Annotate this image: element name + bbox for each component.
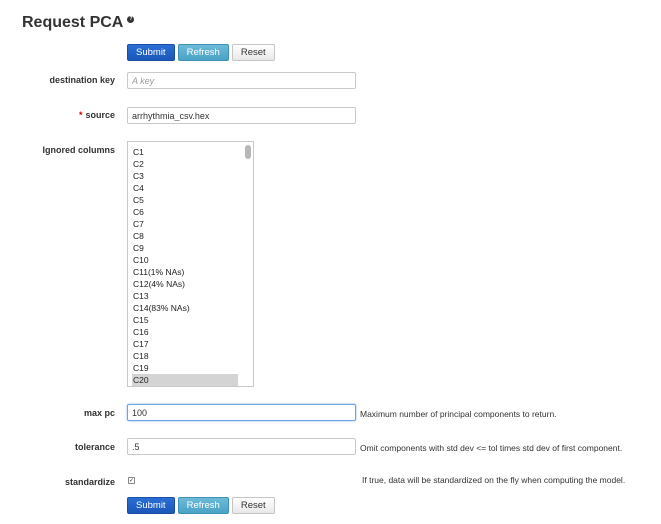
required-mark: * bbox=[78, 110, 83, 120]
max-pc-input[interactable] bbox=[127, 404, 356, 421]
top-button-row: Submit Refresh Reset bbox=[127, 44, 275, 61]
ignored-column-option[interactable]: C3 bbox=[132, 170, 238, 182]
ignored-column-option[interactable]: C12(4% NAs) bbox=[132, 278, 238, 290]
max-pc-label: max pc bbox=[83, 408, 115, 418]
destination-key-label: destination key bbox=[49, 75, 115, 85]
bottom-button-row: Submit Refresh Reset bbox=[127, 497, 275, 514]
info-icon[interactable]: ? bbox=[127, 16, 135, 23]
ignored-column-option[interactable]: C4 bbox=[132, 182, 238, 194]
ignored-column-option[interactable]: C5 bbox=[132, 194, 238, 206]
ignored-column-option[interactable]: C18 bbox=[132, 350, 238, 362]
ignored-column-option[interactable]: C15 bbox=[132, 314, 238, 326]
ignored-column-option[interactable]: C16 bbox=[132, 326, 238, 338]
ignored-column-option[interactable]: C14(83% NAs) bbox=[132, 302, 238, 314]
ignored-column-option[interactable]: C20 bbox=[132, 374, 238, 386]
reset-button[interactable]: Reset bbox=[231, 497, 275, 514]
ignored-column-option[interactable]: C19 bbox=[132, 362, 238, 374]
listbox-scrollbar[interactable] bbox=[245, 145, 251, 159]
source-label-text: source bbox=[85, 110, 115, 120]
tolerance-label: tolerance bbox=[74, 442, 115, 452]
ignored-column-option[interactable]: C2 bbox=[132, 158, 238, 170]
refresh-button[interactable]: Refresh bbox=[177, 497, 229, 514]
standardize-checkbox[interactable]: ✓ bbox=[128, 477, 135, 484]
ignored-column-option[interactable]: C10 bbox=[132, 254, 238, 266]
ignored-column-option[interactable]: C13 bbox=[132, 290, 238, 302]
source-label: * source bbox=[0, 110, 115, 120]
ignored-column-option[interactable]: C1 bbox=[132, 146, 238, 158]
ignored-columns-listbox[interactable]: C1 C2 C3 C4 C5 C6 C7 C8 C9 C10 C11(1% NAs) C12(4% N… bbox=[127, 141, 254, 387]
max-pc-hint: Maximum number of principal components t… bbox=[360, 409, 557, 419]
standardize-label: standardize bbox=[64, 477, 115, 487]
source-input[interactable] bbox=[127, 107, 356, 124]
refresh-button[interactable]: Refresh bbox=[177, 44, 229, 61]
ignored-column-option[interactable]: C11(1% NAs) bbox=[132, 266, 238, 278]
destination-key-input[interactable] bbox=[127, 72, 356, 89]
ignored-column-option[interactable]: C17 bbox=[132, 338, 238, 350]
page-title: Request PCA ? bbox=[22, 14, 135, 32]
standardize-hint: If true, data will be standardized on th… bbox=[362, 475, 626, 485]
ignored-column-option[interactable]: C6 bbox=[132, 206, 238, 218]
tolerance-hint: Omit components with std dev <= tol time… bbox=[360, 443, 623, 453]
submit-button[interactable]: Submit bbox=[127, 497, 175, 514]
tolerance-input[interactable] bbox=[127, 438, 356, 455]
ignored-column-option[interactable]: C8 bbox=[132, 230, 238, 242]
ignored-column-option[interactable]: C7 bbox=[132, 218, 238, 230]
reset-button[interactable]: Reset bbox=[231, 44, 275, 61]
ignored-columns-label: Ignored columns bbox=[42, 145, 115, 155]
ignored-columns-list: C1 C2 C3 C4 C5 C6 C7 C8 C9 C10 C11(1% NAs) C12(4% N… bbox=[132, 146, 238, 386]
submit-button[interactable]: Submit bbox=[127, 44, 175, 61]
page-title-text: Request PCA bbox=[22, 14, 124, 31]
ignored-column-option[interactable]: C9 bbox=[132, 242, 238, 254]
